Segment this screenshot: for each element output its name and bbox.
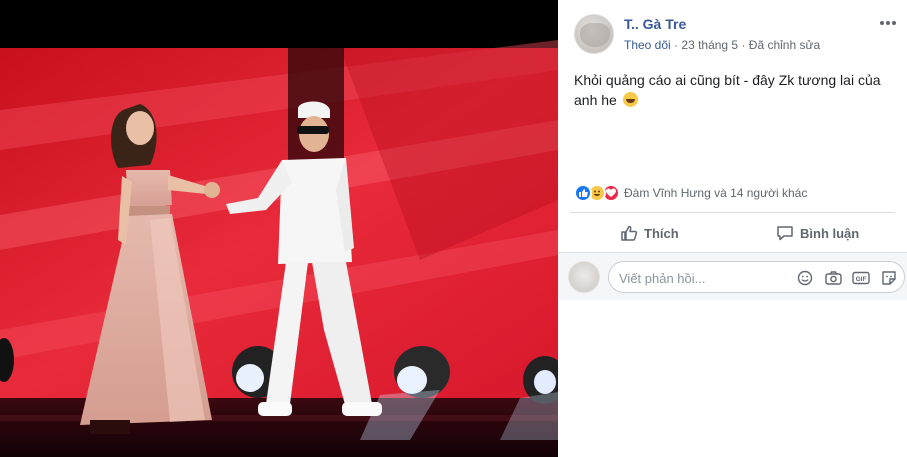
author-name[interactable]: T.. Gà Tre (624, 16, 686, 32)
reactions-text[interactable]: Đàm Vĩnh Hưng và 14 người khác (624, 186, 807, 200)
author-avatar[interactable] (574, 14, 614, 54)
rofl-emoji-icon (622, 92, 638, 107)
post-side-panel: T.. Gà Tre Theo dõi · 23 tháng 5 · Đã ch… (558, 0, 907, 457)
post-header: T.. Gà Tre Theo dõi · 23 tháng 5 · Đã ch… (558, 0, 907, 60)
post-message-text: Khỏi quảng cáo ai cũng bít - đây Zk tươn… (574, 72, 881, 108)
comment-icon (777, 226, 793, 241)
thumbs-up-icon (621, 225, 638, 241)
like-label: Thích (644, 225, 679, 241)
post-message: Khỏi quảng cáo ai cũng bít - đây Zk tươn… (574, 70, 894, 110)
more-options-icon[interactable] (877, 14, 899, 32)
comment-composer: GIF (558, 252, 907, 300)
composer-icons: GIF (796, 269, 898, 287)
like-button[interactable]: Thích (620, 220, 679, 246)
divider (570, 212, 895, 213)
follow-link[interactable]: Theo dõi (624, 38, 671, 52)
emoji-icon[interactable] (796, 269, 814, 287)
comment-label: Bình luận (800, 225, 860, 241)
post-date[interactable]: 23 tháng 5 (681, 38, 738, 52)
comment-button[interactable]: Bình luận (776, 220, 859, 246)
meta-separator: · (674, 38, 679, 52)
comment-input[interactable] (619, 268, 789, 288)
post-photo[interactable] (0, 0, 558, 457)
reactions-summary[interactable]: Đàm Vĩnh Hưng và 14 người khác (574, 184, 807, 202)
stage-photo-image (0, 0, 558, 457)
post-meta: Theo dõi · 23 tháng 5 · Đã chỉnh sửa (624, 38, 820, 52)
gif-icon[interactable]: GIF (852, 269, 870, 287)
like-reaction-icon (574, 184, 592, 202)
sticker-icon[interactable] (880, 269, 898, 287)
camera-icon[interactable] (824, 269, 842, 287)
viewer-avatar[interactable] (568, 261, 600, 293)
svg-text:GIF: GIF (856, 276, 867, 283)
meta-separator-2: · (741, 38, 746, 52)
comment-input-box[interactable]: GIF (608, 261, 905, 293)
edited-label[interactable]: Đã chỉnh sửa (749, 38, 820, 52)
